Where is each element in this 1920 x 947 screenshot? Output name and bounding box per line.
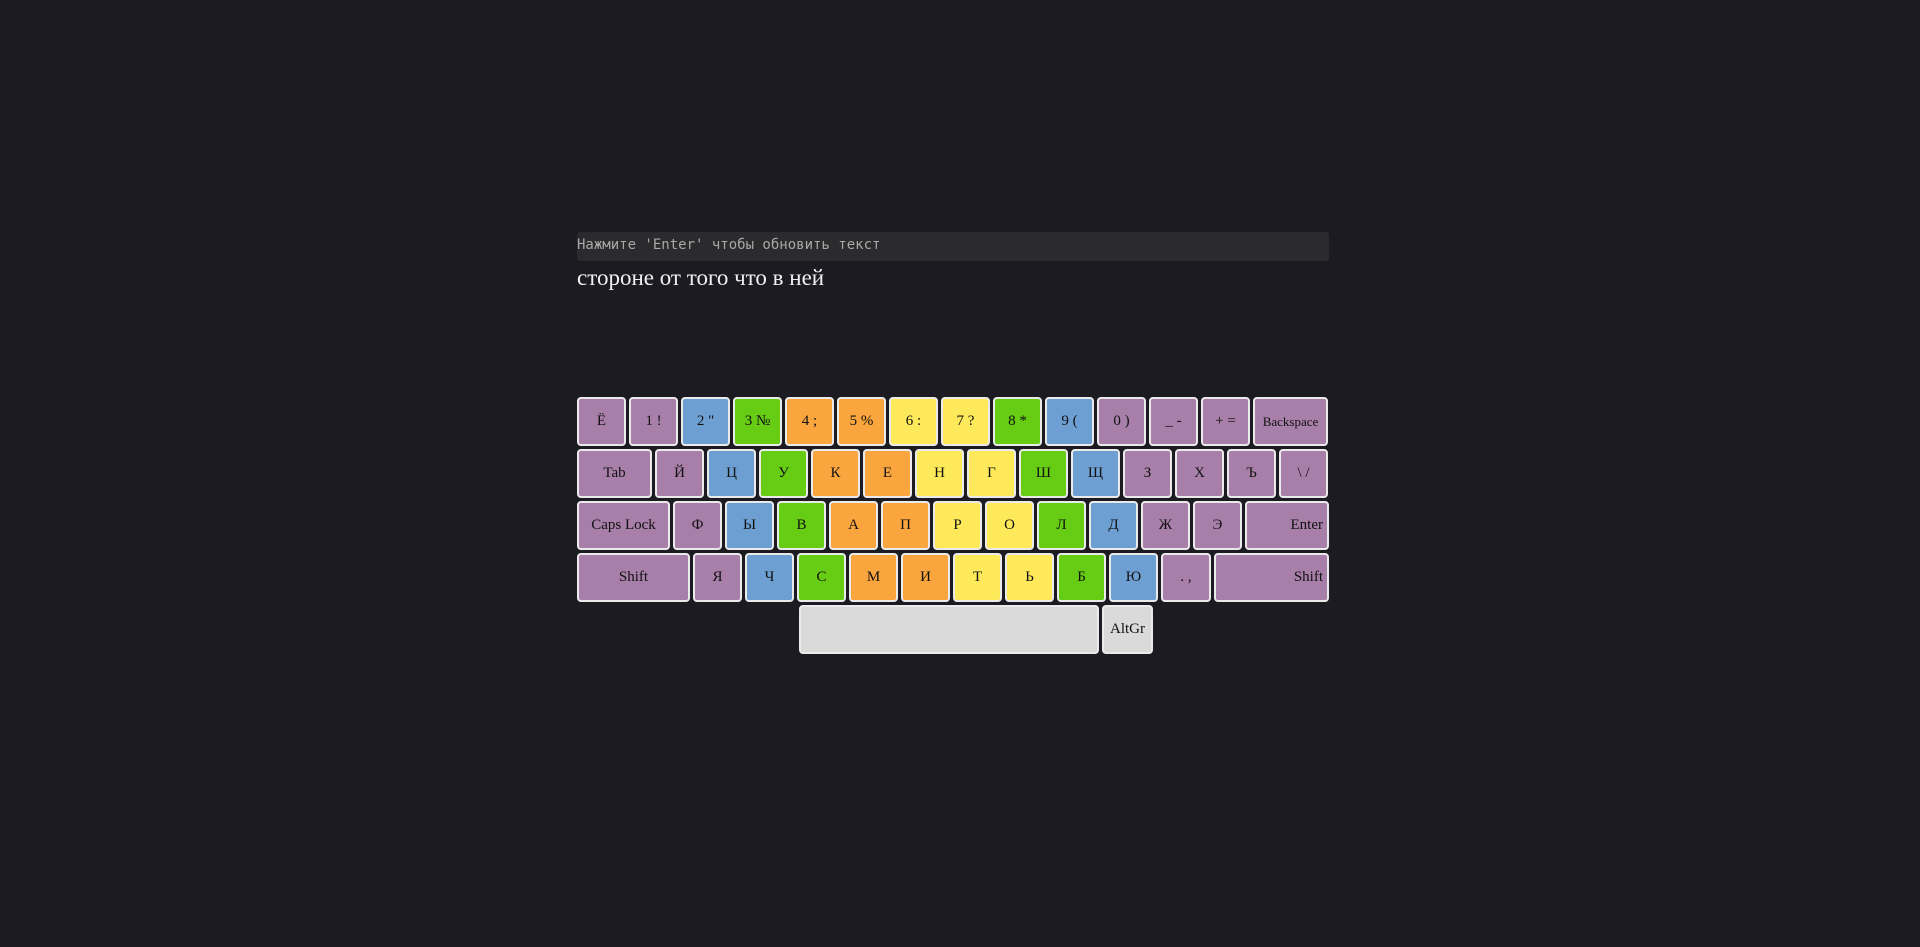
key-2[interactable]: 2 " <box>681 397 730 446</box>
key-d[interactable]: Д <box>1089 501 1138 550</box>
key-altgr[interactable]: AltGr <box>1102 605 1153 654</box>
key-9[interactable]: 9 ( <box>1045 397 1094 446</box>
key-z[interactable]: З <box>1123 449 1172 498</box>
key-u[interactable]: У <box>759 449 808 498</box>
keyboard-row: AltGr <box>577 605 1329 654</box>
key-g[interactable]: Г <box>967 449 1016 498</box>
key-7[interactable]: 7 ? <box>941 397 990 446</box>
key-tab[interactable]: Tab <box>577 449 652 498</box>
key-ch[interactable]: Ч <box>745 553 794 602</box>
keyboard-row: Ё1 ! 2 " 3 № 4 ; 5 % 6 :7 ? 8 * 9 (0 ) _ - + = Bac… <box>577 397 1329 446</box>
key-backspace[interactable]: Backspace <box>1253 397 1328 446</box>
key-backslash[interactable]: \ / <box>1279 449 1328 498</box>
key-sh[interactable]: Ш <box>1019 449 1068 498</box>
key-ts[interactable]: Ц <box>707 449 756 498</box>
key-shift-right[interactable]: Shift <box>1214 553 1329 602</box>
key-e[interactable]: Э <box>1193 501 1242 550</box>
key-f[interactable]: Ф <box>673 501 722 550</box>
key-shift-left[interactable]: Shift <box>577 553 690 602</box>
key-3[interactable]: 3 № <box>733 397 782 446</box>
key-hard-sign[interactable]: Ъ <box>1227 449 1276 498</box>
typing-area: Нажмите 'Enter' чтобы обновить текст сто… <box>577 232 1329 293</box>
key-ye[interactable]: Е <box>863 449 912 498</box>
key-period[interactable]: . , <box>1161 553 1211 602</box>
key-r[interactable]: Р <box>933 501 982 550</box>
keyboard-row: Tab Й Ц У К Е Н Г Ш Щ З Х Ъ \ / <box>577 449 1329 498</box>
key-t[interactable]: Т <box>953 553 1002 602</box>
key-kh[interactable]: Х <box>1175 449 1224 498</box>
key-o[interactable]: О <box>985 501 1034 550</box>
key-5[interactable]: 5 % <box>837 397 886 446</box>
key-k[interactable]: К <box>811 449 860 498</box>
key-v[interactable]: В <box>777 501 826 550</box>
key-shch[interactable]: Щ <box>1071 449 1120 498</box>
key-0[interactable]: 0 ) <box>1097 397 1146 446</box>
key-b[interactable]: Б <box>1057 553 1106 602</box>
key-4[interactable]: 4 ; <box>785 397 834 446</box>
key-zh[interactable]: Ж <box>1141 501 1190 550</box>
key-p[interactable]: П <box>881 501 930 550</box>
key-minus[interactable]: _ - <box>1149 397 1198 446</box>
key-soft-sign[interactable]: Ь <box>1005 553 1054 602</box>
keyboard-row: Shift Я Ч С М И Т Ь Б Ю. , Shift <box>577 553 1329 602</box>
keyboard-row: Caps Lock Ф Ы В А П Р О Л Д Ж Э Enter <box>577 501 1329 550</box>
on-screen-keyboard: Ё1 ! 2 " 3 № 4 ; 5 % 6 :7 ? 8 * 9 (0 ) _ - + = Bac… <box>577 397 1329 657</box>
key-1[interactable]: 1 ! <box>629 397 678 446</box>
key-equals[interactable]: + = <box>1201 397 1250 446</box>
key-space[interactable] <box>799 605 1099 654</box>
key-n[interactable]: Н <box>915 449 964 498</box>
key-i[interactable]: И <box>901 553 950 602</box>
hint-bar: Нажмите 'Enter' чтобы обновить текст <box>577 232 1329 261</box>
key-m[interactable]: М <box>849 553 898 602</box>
typing-text: стороне от того что в ней <box>577 265 825 290</box>
key-caps-lock[interactable]: Caps Lock <box>577 501 670 550</box>
key-yery[interactable]: Ы <box>725 501 774 550</box>
key-yo[interactable]: Ё <box>577 397 626 446</box>
key-s[interactable]: С <box>797 553 846 602</box>
key-yu[interactable]: Ю <box>1109 553 1158 602</box>
key-6[interactable]: 6 : <box>889 397 938 446</box>
key-enter[interactable]: Enter <box>1245 501 1329 550</box>
key-a[interactable]: А <box>829 501 878 550</box>
key-8[interactable]: 8 * <box>993 397 1042 446</box>
key-l[interactable]: Л <box>1037 501 1086 550</box>
key-ya[interactable]: Я <box>693 553 742 602</box>
key-y-short[interactable]: Й <box>655 449 704 498</box>
